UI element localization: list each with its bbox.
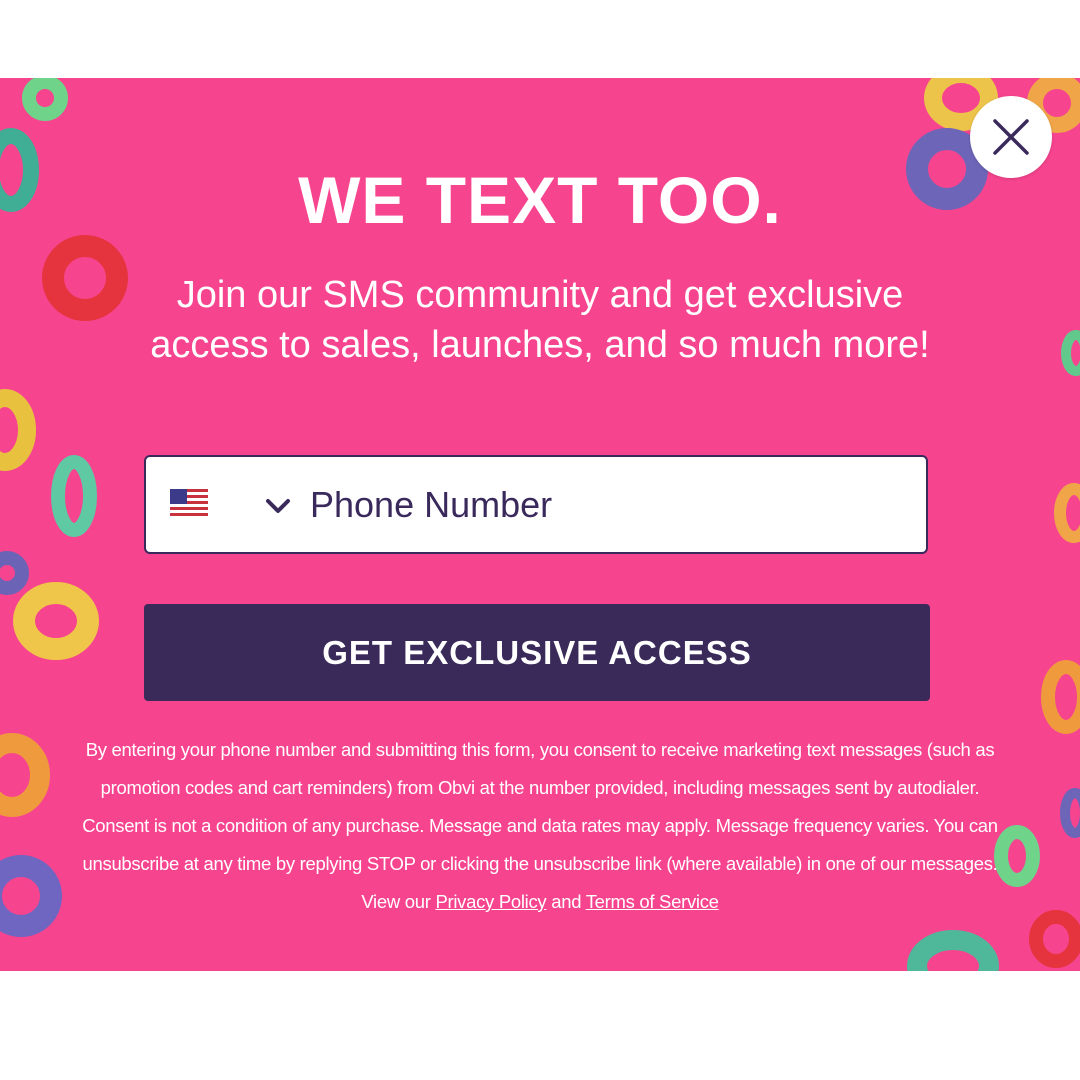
legal-text: By entering your phone number and submit… (82, 739, 998, 912)
close-button[interactable] (970, 96, 1052, 178)
cereal-decoration-yellow-large (13, 582, 99, 660)
us-flag-icon[interactable] (170, 489, 208, 524)
privacy-policy-link[interactable]: Privacy Policy (435, 891, 546, 912)
get-exclusive-access-button[interactable]: GET EXCLUSIVE ACCESS (144, 604, 930, 701)
sms-signup-popup: WE TEXT TOO. Join our SMS community and … (0, 78, 1080, 971)
legal-disclaimer: By entering your phone number and submit… (66, 731, 1014, 921)
phone-number-input[interactable] (310, 457, 910, 552)
cereal-decoration-purple (0, 855, 62, 937)
cereal-decoration-green (22, 78, 68, 121)
headline: WE TEXT TOO. (298, 163, 782, 237)
cereal-decoration-purple-right (1060, 788, 1080, 838)
cereal-decoration-green-right (1061, 330, 1080, 376)
cereal-decoration-teal-small (51, 455, 97, 537)
cereal-decoration-orange-right (1054, 483, 1080, 543)
cereal-decoration-yellow (0, 389, 36, 471)
legal-and: and (546, 891, 586, 912)
cereal-decoration-teal-bottom (907, 930, 999, 971)
cereal-decoration-red (42, 235, 128, 321)
close-icon (993, 119, 1029, 155)
phone-number-field (144, 455, 928, 554)
cereal-decoration-orange-right-2 (1041, 660, 1080, 734)
cereal-decoration-orange (0, 733, 50, 817)
terms-of-service-link[interactable]: Terms of Service (586, 891, 719, 912)
cereal-decoration-red-bottom (1029, 910, 1080, 968)
chevron-down-icon[interactable] (264, 497, 292, 520)
subheadline: Join our SMS community and get exclusive… (150, 274, 930, 366)
